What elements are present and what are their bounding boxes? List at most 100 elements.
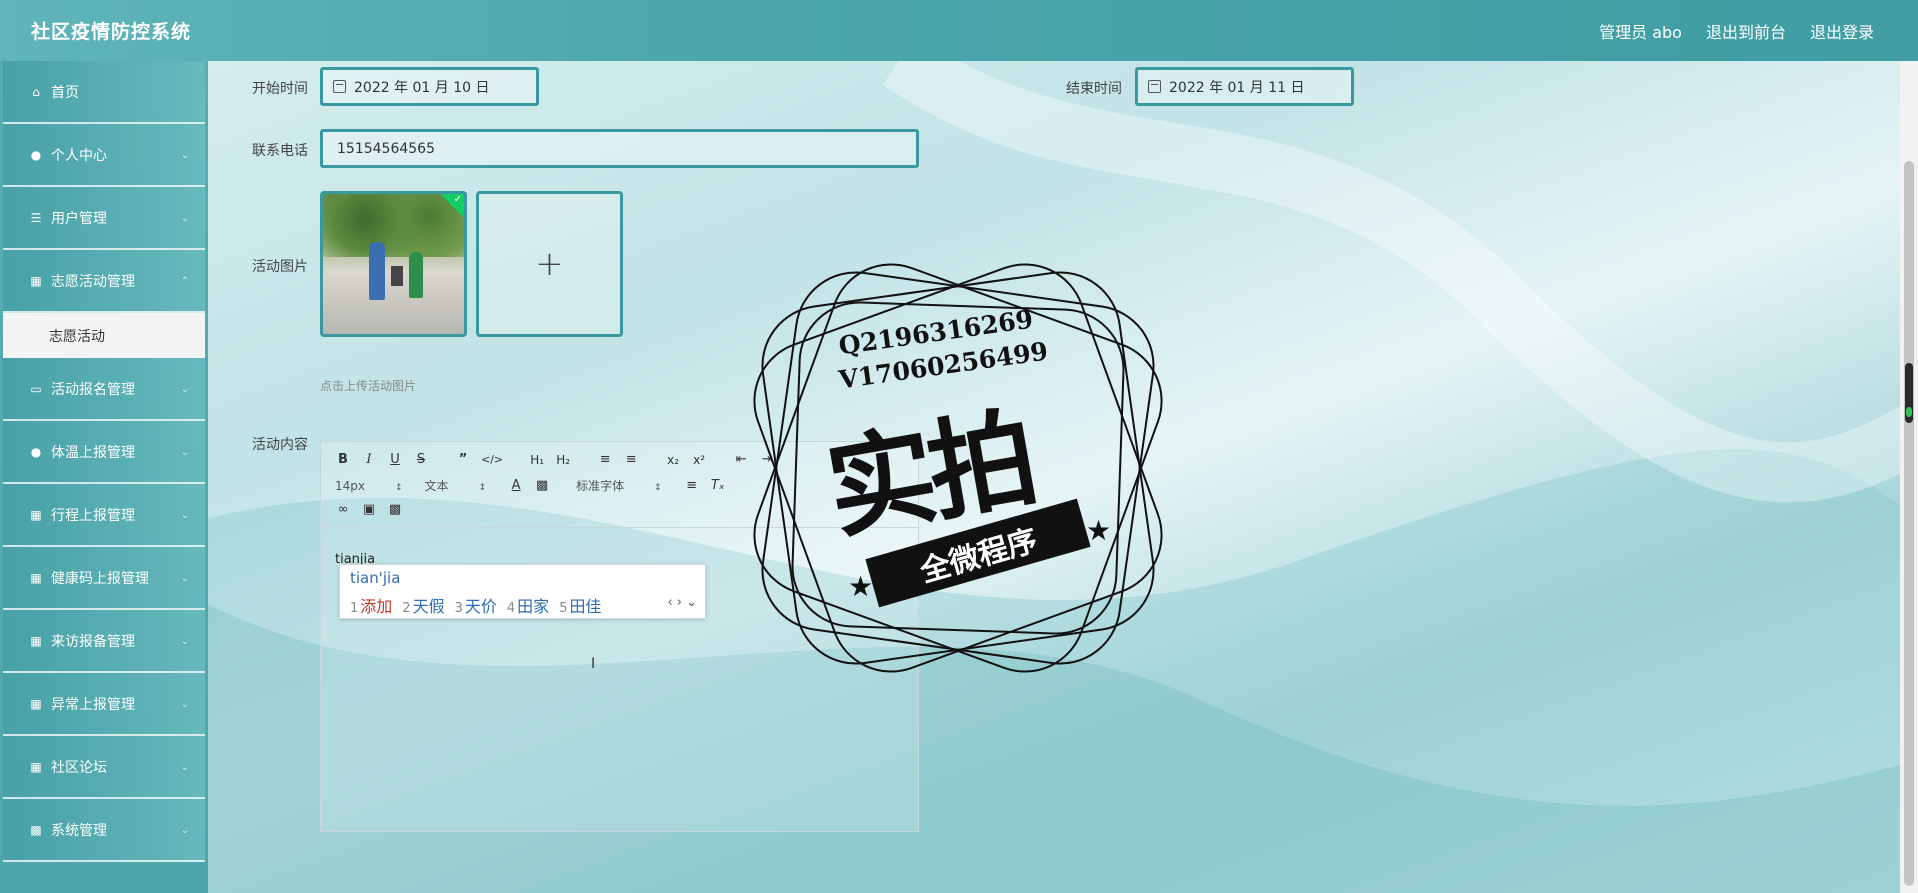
toolbar-row: ∞ ▣ ▩	[335, 502, 413, 517]
start-time-label: 开始时间	[252, 81, 308, 97]
sidebar-item-visitor[interactable]: ▦ 来访报备管理 ⌄	[3, 610, 205, 673]
strike-icon[interactable]: S	[413, 452, 429, 467]
photo-person	[409, 252, 423, 298]
font-family-select[interactable]: 标准字体 ↕	[576, 477, 662, 494]
sidebar-item-users[interactable]: ☰ 用户管理 ⌄	[3, 187, 205, 250]
bullet-list-icon[interactable]: ≡	[623, 452, 639, 467]
ime-candidate[interactable]: 2 天假	[402, 593, 444, 617]
font-size-select[interactable]: 14px ↕	[335, 479, 403, 493]
select-arrow-icon: ↕	[654, 483, 662, 493]
uploaded-activity-image[interactable]: ✓	[320, 191, 467, 337]
clear-format-icon[interactable]: Tₓ	[710, 478, 726, 493]
start-date-picker[interactable]: 2022 年 01 月 10 日	[320, 67, 539, 106]
back-to-front-link[interactable]: 退出到前台	[1706, 19, 1786, 43]
user-icon: ●	[30, 147, 42, 162]
user-icon: ●	[30, 444, 42, 459]
grid-icon: ▦	[30, 507, 42, 522]
sidebar-item-personal[interactable]: ● 个人中心 ⌄	[3, 124, 205, 187]
photo-bin	[391, 266, 403, 286]
top-header: 社区疫情防控系统 管理员 abo 退出到前台 退出登录	[0, 0, 1918, 61]
content-label: 活动内容	[252, 437, 308, 453]
align-icon[interactable]: ≡	[684, 478, 700, 493]
h2-icon[interactable]: H₂	[555, 453, 571, 467]
grid-icon: ▦	[30, 759, 42, 774]
sidebar-item-label: 志愿活动管理	[51, 273, 135, 290]
sidebar-item-label: 首页	[51, 84, 79, 101]
code-icon[interactable]: </>	[481, 453, 503, 466]
logout-link[interactable]: 退出登录	[1810, 19, 1874, 43]
text-cursor-icon: I	[591, 656, 596, 672]
sidebar-item-home[interactable]: ⌂ 首页	[3, 61, 205, 124]
font-color-icon[interactable]: A	[508, 478, 524, 493]
chevron-down-icon: ⌄	[180, 384, 189, 395]
list-icon: ☰	[30, 210, 42, 225]
image-label: 活动图片	[252, 259, 308, 275]
rich-text-editor[interactable]: B I U S ” </> H₁ H₂ ≡ ≡ x₂ x² ⇤ ⇥ 14px ↕ …	[320, 441, 919, 832]
chevron-down-icon: ⌄	[180, 762, 189, 773]
ordered-list-icon[interactable]: ≡	[597, 452, 613, 467]
italic-icon[interactable]: I	[361, 452, 377, 467]
ime-candidate[interactable]: 5 田佳	[559, 593, 601, 617]
indent-icon[interactable]: ⇥	[759, 452, 775, 467]
link-icon[interactable]: ∞	[335, 502, 351, 517]
calendar-icon	[333, 80, 346, 93]
grid-icon: ▦	[30, 273, 42, 288]
sidebar-item-signup[interactable]: ▭ 活动报名管理 ⌄	[3, 358, 205, 421]
video-icon[interactable]: ▩	[387, 502, 403, 517]
toolbar-row: 14px ↕ 文本 ↕ A ▩ 标准字体 ↕ ≡ Tₓ	[335, 477, 736, 494]
app-title: 社区疫情防控系统	[31, 21, 192, 43]
sidebar-item-label: 系统管理	[51, 822, 107, 839]
image-icon[interactable]: ▣	[361, 502, 377, 517]
superscript-icon[interactable]: x²	[691, 453, 707, 467]
end-date-picker[interactable]: 2022 年 01 月 11 日	[1135, 67, 1354, 106]
plus-icon: +	[535, 244, 564, 284]
scroll-marker-green	[1906, 407, 1912, 417]
ime-page-nav-icon[interactable]: ‹ › ⌄	[667, 595, 697, 610]
chevron-down-icon: ⌄	[180, 510, 189, 521]
sidebar-item-temperature[interactable]: ● 体温上报管理 ⌄	[3, 421, 205, 484]
sidebar-item-abnormal[interactable]: ▦ 异常上报管理 ⌄	[3, 673, 205, 736]
grid-icon: ▦	[30, 633, 42, 648]
sidebar-item-label: 社区论坛	[51, 759, 107, 776]
background-color-icon[interactable]: ▩	[534, 478, 550, 493]
sidebar-item-label: 用户管理	[51, 210, 107, 227]
outdent-icon[interactable]: ⇤	[733, 452, 749, 467]
sidebar-item-trip[interactable]: ▦ 行程上报管理 ⌄	[3, 484, 205, 547]
font-family-value: 标准字体	[576, 479, 625, 493]
sidebar-item-label: 来访报备管理	[51, 633, 135, 650]
calendar-icon	[1148, 80, 1161, 93]
ime-candidate[interactable]: 3 天价	[455, 593, 497, 617]
grid-icon: ▦	[30, 570, 42, 585]
grid-icon: ▦	[30, 696, 42, 711]
sidebar-item-volunteer[interactable]: ▦ 志愿活动管理 ⌃	[3, 250, 205, 313]
upload-tip: 点击上传活动图片	[320, 379, 417, 393]
settings-icon: ▩	[30, 822, 42, 837]
blockquote-icon[interactable]: ”	[455, 452, 471, 467]
sidebar-item-system[interactable]: ▩ 系统管理 ⌄	[3, 799, 205, 862]
underline-icon[interactable]: U	[387, 452, 403, 467]
image-upload-button[interactable]: +	[476, 191, 623, 337]
chevron-down-icon: ⌄	[180, 825, 189, 836]
sidebar-subitem-volunteer-activity[interactable]: 志愿活动	[3, 313, 205, 358]
ime-candidate-popup: tian'jia 1 添加 2 天假 3 天价 4 田家 5 田佳 ‹ › ⌄	[339, 564, 706, 619]
bold-icon[interactable]: B	[335, 452, 351, 467]
sidebar-item-healthcode[interactable]: ▦ 健康码上报管理 ⌄	[3, 547, 205, 610]
scroll-thumb[interactable]	[1904, 161, 1914, 886]
paragraph-select[interactable]: 文本 ↕	[425, 477, 487, 494]
main-form: 开始时间 2022 年 01 月 10 日 结束时间 2022 年 01 月 1…	[208, 61, 1898, 893]
h1-icon[interactable]: H₁	[529, 453, 545, 467]
end-time-label: 结束时间	[1066, 81, 1122, 97]
subscript-icon[interactable]: x₂	[665, 453, 681, 467]
sidebar-item-forum[interactable]: ▦ 社区论坛 ⌄	[3, 736, 205, 799]
ime-candidate[interactable]: 4 田家	[507, 593, 549, 617]
sidebar-item-label: 异常上报管理	[51, 696, 135, 713]
chevron-down-icon: ⌄	[180, 447, 189, 458]
phone-input[interactable]: 15154564565	[320, 129, 919, 168]
sidebar-item-label: 体温上报管理	[51, 444, 135, 461]
ime-candidate[interactable]: 1 添加	[350, 593, 392, 617]
page-scrollbar[interactable]	[1900, 61, 1918, 893]
admin-label: 管理员 abo	[1599, 22, 1682, 42]
start-date-value: 2022 年 01 月 10 日	[354, 79, 490, 96]
header-actions: 管理员 abo 退出到前台 退出登录	[1599, 19, 1918, 43]
editor-toolbar: B I U S ” </> H₁ H₂ ≡ ≡ x₂ x² ⇤ ⇥ 14px ↕ …	[321, 442, 918, 528]
